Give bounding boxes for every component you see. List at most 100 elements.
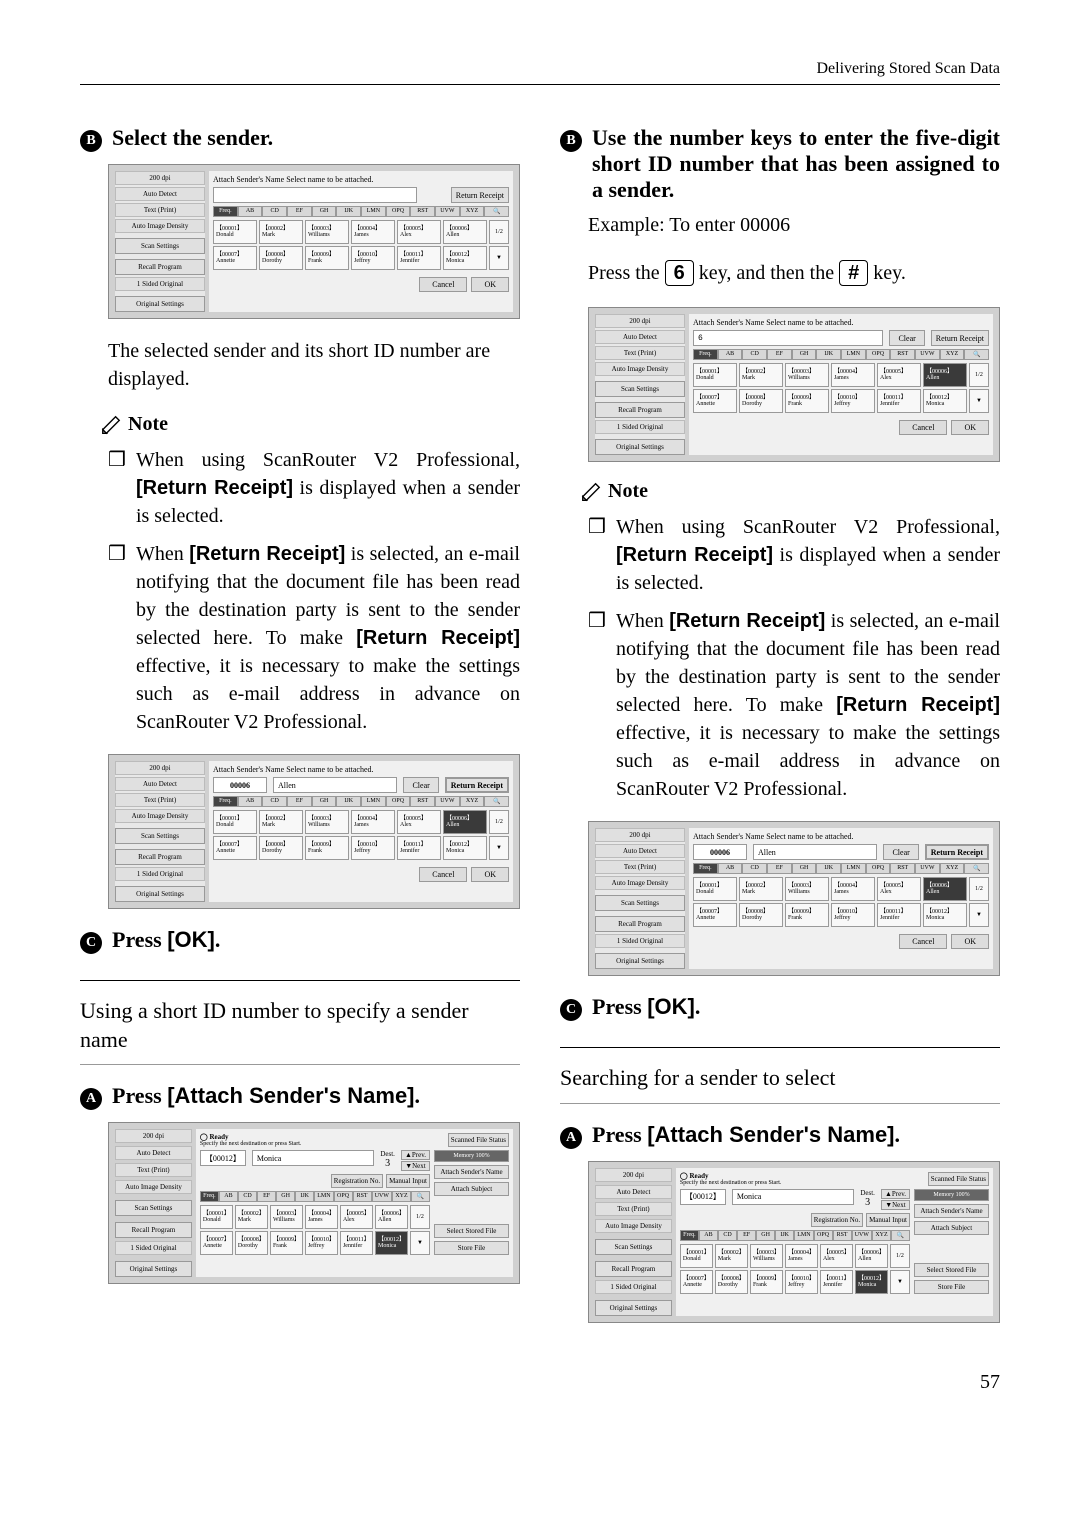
sender-cell[interactable]: 【00003】Williams [305,220,349,244]
id-input[interactable]: 6 [693,330,883,346]
scan-settings-button[interactable]: Scan Settings [595,381,685,397]
cancel-button[interactable]: Cancel [419,277,467,292]
tab-freq[interactable]: Freq. [213,206,238,217]
dest-cell[interactable]: 【00009】Frank [750,1270,783,1294]
tab-ab[interactable]: AB [699,1230,718,1241]
tab-xyz[interactable]: XYZ [392,1191,411,1202]
tab-ef[interactable]: EF [257,1191,276,1202]
tab-rst[interactable]: RST [410,796,435,807]
tab-rst[interactable]: RST [890,349,915,360]
sender-cell[interactable]: 【00010】Jeffrey [831,389,875,413]
manual-input-button[interactable]: Manual Input [866,1213,910,1227]
return-receipt-button[interactable]: Return Receipt [931,330,989,346]
tab-cd[interactable]: CD [262,206,287,217]
sender-cell[interactable]: 【00012】Monica [923,389,967,413]
recall-program-button[interactable]: Recall Program [115,849,205,865]
sender-cell[interactable]: 【00007】Annette [213,836,257,860]
tab-ab[interactable]: AB [718,349,743,360]
sender-cell[interactable]: 【00010】Jeffrey [351,246,395,270]
tab-lmn[interactable]: LMN [361,206,386,217]
tab-gh[interactable]: GH [312,206,337,217]
dest-cell[interactable]: 【00009】Frank [270,1231,303,1255]
sender-cell[interactable]: 【00001】Donald [213,220,257,244]
sender-cell[interactable]: 【00008】Dorothy [259,836,303,860]
next-button[interactable]: ▼Next [401,1161,430,1171]
sender-cell[interactable]: 【00002】Mark [739,363,783,387]
ok-button[interactable]: OK [471,867,509,882]
search-icon[interactable]: 🔍 [964,349,989,360]
search-icon[interactable]: 🔍 [891,1230,910,1241]
tab-opq[interactable]: OPQ [386,796,411,807]
sender-cell[interactable]: 【00009】Frank [785,903,829,927]
dest-cell[interactable]: 【00004】James [785,1244,818,1268]
tab-freq[interactable]: Freq. [693,863,718,874]
clear-button[interactable]: Clear [403,777,438,793]
tab-uvw[interactable]: UVW [372,1191,392,1202]
return-receipt-button[interactable]: Return Receipt [925,844,989,860]
recall-program-button[interactable]: Recall Program [595,402,685,418]
ok-button[interactable]: OK [951,934,989,949]
search-icon[interactable]: 🔍 [484,796,509,807]
regno-button[interactable]: Registration No. [331,1174,383,1188]
dest-cell[interactable]: 【00011】Jennifer [820,1270,853,1294]
original-settings-button[interactable]: Original Settings [595,439,685,455]
tab-ijk[interactable]: IJK [295,1191,314,1202]
search-icon[interactable]: 🔍 [484,206,509,217]
dest-cell-selected[interactable]: 【00012】Monica [375,1231,408,1255]
dest-cell[interactable]: 【00008】Dorothy [715,1270,748,1294]
tab-ab[interactable]: AB [238,206,263,217]
sender-cell[interactable]: 【00003】Williams [305,810,349,834]
sender-cell[interactable]: 【00007】Annette [693,903,737,927]
ok-button[interactable]: OK [951,420,989,435]
tab-uvw[interactable]: UVW [435,796,460,807]
select-stored-button[interactable]: Select Stored File [434,1224,509,1238]
tab-cd[interactable]: CD [742,349,767,360]
dest-cell[interactable]: 【00010】Jeffrey [305,1231,338,1255]
dest-cell[interactable]: 【00008】Dorothy [235,1231,268,1255]
sender-cell[interactable]: 【00011】Jennifer [397,836,441,860]
dest-cell[interactable]: 【00006】Allen [375,1205,408,1229]
tab-ef[interactable]: EF [767,349,792,360]
sender-cell[interactable]: 【00002】Mark [259,220,303,244]
cancel-button[interactable]: Cancel [899,934,947,949]
tab-ab[interactable]: AB [718,863,743,874]
tab-ef[interactable]: EF [737,1230,756,1241]
next-button[interactable]: ▼Next [881,1200,910,1210]
recall-program-button[interactable]: Recall Program [595,1261,672,1277]
tab-xyz[interactable]: XYZ [460,796,485,807]
attach-subject-button[interactable]: Attach Subject [434,1182,509,1196]
dest-cell[interactable]: 【00006】Allen [855,1244,888,1268]
tab-ef[interactable]: EF [767,863,792,874]
tab-cd[interactable]: CD [238,1191,257,1202]
dest-cell[interactable]: 【00001】Donald [680,1244,713,1268]
sender-cell[interactable]: 【00011】Jennifer [877,903,921,927]
scroll-down[interactable]: ▼ [969,389,989,413]
scanned-status-button[interactable]: Scanned File Status [448,1133,509,1147]
tab-ijk[interactable]: IJK [816,349,841,360]
scan-settings-button[interactable]: Scan Settings [595,1239,672,1255]
sender-cell-selected[interactable]: 【00006】Allen [923,363,967,387]
sender-cell-selected[interactable]: 【00006】Allen [923,877,967,901]
scan-settings-button[interactable]: Scan Settings [115,1200,192,1216]
sender-cell[interactable]: 【00012】Monica [443,246,487,270]
tab-freq[interactable]: Freq. [693,349,718,360]
tab-opq[interactable]: OPQ [814,1230,833,1241]
original-settings-button[interactable]: Original Settings [115,296,205,312]
tab-opq[interactable]: OPQ [866,863,891,874]
dest-cell[interactable]: 【00005】Alex [340,1205,373,1229]
tab-rst[interactable]: RST [353,1191,372,1202]
prev-button[interactable]: ▲Prev. [401,1150,430,1160]
dest-cell[interactable]: 【00011】Jennifer [340,1231,373,1255]
tab-opq[interactable]: OPQ [334,1191,353,1202]
cancel-button[interactable]: Cancel [419,867,467,882]
sender-cell[interactable]: 【00009】Frank [785,389,829,413]
sender-cell[interactable]: 【00009】Frank [305,246,349,270]
manual-input-button[interactable]: Manual Input [386,1174,430,1188]
search-icon[interactable]: 🔍 [964,863,989,874]
store-file-button[interactable]: Store File [434,1241,509,1255]
tab-rst[interactable]: RST [410,206,435,217]
scroll-down[interactable]: ▼ [890,1270,910,1294]
sender-input[interactable] [213,187,417,203]
scroll-down[interactable]: ▼ [489,836,509,860]
sender-cell[interactable]: 【00007】Annette [213,246,257,270]
